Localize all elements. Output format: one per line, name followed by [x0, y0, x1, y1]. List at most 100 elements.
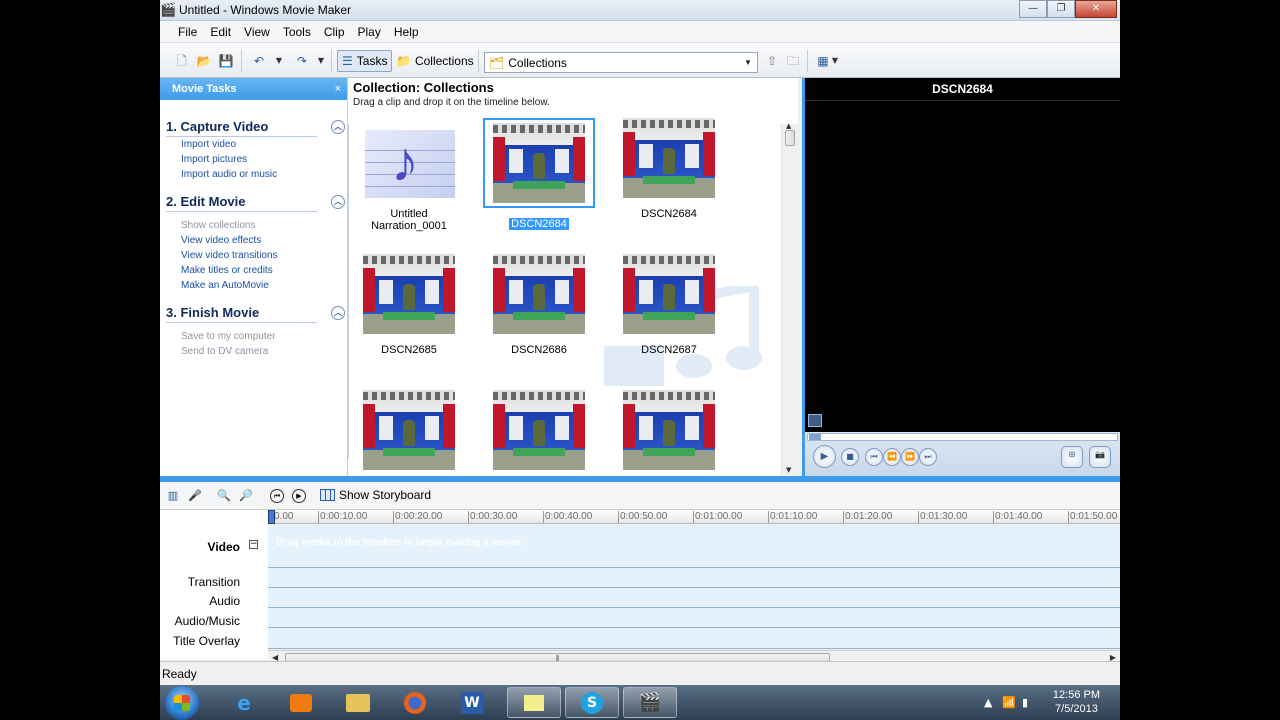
internet-explorer-icon[interactable]: e: [217, 687, 271, 718]
view-video-transitions-link[interactable]: View video transitions: [181, 248, 347, 263]
collection-title: Collection: Collections: [353, 80, 494, 95]
zoom-in-icon[interactable]: 🔍: [217, 489, 231, 503]
import-video-link[interactable]: Import video: [181, 137, 347, 152]
set-audio-levels-icon[interactable]: ▥: [166, 489, 180, 503]
show-storyboard-button[interactable]: Show Storyboard: [320, 488, 431, 502]
make-automovie-link[interactable]: Make an AutoMovie: [181, 278, 347, 293]
collection-clip[interactable]: DSCN2684: [613, 118, 725, 220]
collapse-chevron-icon[interactable]: ︿: [331, 306, 345, 320]
views-icon[interactable]: ▦: [814, 52, 832, 70]
menu-play[interactable]: Play: [353, 25, 389, 39]
make-titles-link[interactable]: Make titles or credits: [181, 263, 347, 278]
take-picture-icon[interactable]: 📷: [1089, 446, 1111, 468]
narrate-timeline-icon[interactable]: 🎤: [188, 489, 202, 503]
collection-clip[interactable]: DSCN2686: [483, 254, 595, 356]
audio-track[interactable]: [268, 588, 1120, 608]
menu-clip[interactable]: Clip: [319, 25, 353, 39]
open-project-icon[interactable]: 📂: [195, 52, 213, 70]
collections-button[interactable]: 📁 Collections: [392, 50, 478, 72]
capture-video-title[interactable]: 1. Capture Video ︿: [166, 117, 345, 137]
finish-movie-title[interactable]: 3. Finish Movie ︿: [166, 303, 345, 323]
show-hidden-icons-icon[interactable]: ▲: [984, 696, 992, 709]
stop-icon[interactable]: ■: [841, 448, 859, 466]
movie-maker-taskbar-icon[interactable]: 🎬: [623, 687, 677, 718]
collection-pane: Collection: Collections Drag a clip and …: [348, 78, 798, 476]
title-overlay-track[interactable]: [268, 628, 1120, 649]
toolbar: 🗋 📂 💾 ↶ ▼ ↷ ▼ ☰ Tasks 📁 Collections 🗂 Co…: [160, 43, 1120, 78]
collection-scrollbar[interactable]: ▲ ▼: [781, 122, 798, 476]
file-explorer-icon[interactable]: [331, 687, 385, 718]
transition-track[interactable]: [268, 568, 1120, 588]
timeline-ruler[interactable]: 0.00 0:00:10.00 0:00:20.00 0:00:30.00 0:…: [268, 510, 1120, 524]
sticky-notes-icon[interactable]: [507, 687, 561, 718]
media-player-icon[interactable]: [274, 687, 328, 718]
split-preview-icon[interactable]: [808, 414, 822, 427]
seek-thumb[interactable]: [809, 434, 821, 440]
close-button[interactable]: ✕: [1075, 0, 1117, 18]
play-timeline-icon[interactable]: ▶: [292, 489, 306, 503]
zoom-out-icon[interactable]: 🔎: [239, 489, 253, 503]
network-icon[interactable]: 📶: [1002, 696, 1016, 709]
new-project-icon[interactable]: 🗋: [173, 52, 191, 70]
clock[interactable]: 12:56 PM 7/5/2013: [1053, 688, 1100, 716]
collapse-chevron-icon[interactable]: ︿: [331, 195, 345, 209]
rewind-icon[interactable]: ⏪: [883, 448, 901, 466]
minimize-button[interactable]: —: [1019, 0, 1047, 18]
undo-dropdown-icon[interactable]: ▼: [275, 52, 283, 70]
start-button[interactable]: [165, 686, 199, 720]
timeline-tracks[interactable]: Drag media to the timeline to begin maki…: [268, 525, 1120, 649]
play-icon[interactable]: ▶: [813, 445, 836, 468]
collection-clip[interactable]: DSCN2687: [613, 254, 725, 356]
tasks-button[interactable]: ☰ Tasks: [337, 50, 393, 72]
collection-clip[interactable]: [483, 390, 595, 476]
taskbar: e W S 🎬 ▲ 📶 ▮ 12:56 PM 7/5/2013: [160, 685, 1120, 720]
new-collection-folder-icon[interactable]: 🗀: [784, 52, 802, 70]
import-pictures-link[interactable]: Import pictures: [181, 152, 347, 167]
maximize-button[interactable]: ❐: [1047, 0, 1075, 18]
rewind-timeline-icon[interactable]: ⏮: [270, 489, 284, 503]
collections-combo[interactable]: 🗂 Collections ▼: [484, 52, 758, 73]
audio-music-track[interactable]: [268, 608, 1120, 628]
menu-file[interactable]: File: [173, 25, 205, 39]
collection-clip[interactable]: DSCN2684: [483, 118, 595, 230]
save-project-icon[interactable]: 💾: [217, 52, 235, 70]
menu-edit[interactable]: Edit: [205, 25, 239, 39]
view-video-effects-link[interactable]: View video effects: [181, 233, 347, 248]
playhead[interactable]: [268, 510, 275, 524]
menu-tools[interactable]: Tools: [278, 25, 319, 39]
views-dropdown-icon[interactable]: ▼: [831, 52, 839, 70]
scroll-down-icon[interactable]: ▼: [786, 466, 791, 474]
up-one-level-icon[interactable]: ⇧: [763, 52, 781, 70]
redo-icon[interactable]: ↷: [293, 52, 311, 70]
collection-clip[interactable]: ♪ Untitled Narration_0001: [353, 118, 465, 232]
menu-view[interactable]: View: [239, 25, 278, 39]
track-labels: Video − Transition Audio Audio/Music Tit…: [160, 510, 268, 660]
seek-bar[interactable]: [807, 433, 1118, 441]
collection-clip[interactable]: [613, 390, 725, 476]
firefox-icon[interactable]: [388, 687, 442, 718]
battery-icon[interactable]: ▮: [1022, 696, 1028, 709]
scroll-thumb[interactable]: [785, 130, 795, 146]
edit-movie-title[interactable]: 2. Edit Movie ︿: [166, 192, 345, 212]
redo-dropdown-icon[interactable]: ▼: [317, 52, 325, 70]
import-audio-link[interactable]: Import audio or music: [181, 167, 347, 182]
ruler-tick: 0:01:30.00: [917, 511, 968, 523]
scroll-up-icon[interactable]: ▲: [786, 122, 791, 130]
collection-clip[interactable]: [353, 390, 465, 476]
skype-icon[interactable]: S: [565, 687, 619, 718]
video-thumbnail: [623, 390, 715, 470]
word-icon[interactable]: W: [445, 687, 499, 718]
menu-help[interactable]: Help: [389, 25, 427, 39]
close-icon[interactable]: ×: [335, 78, 341, 100]
fast-forward-icon[interactable]: ⏩: [901, 448, 919, 466]
collection-clip[interactable]: DSCN2685: [353, 254, 465, 356]
undo-icon[interactable]: ↶: [250, 52, 268, 70]
movie-maker-app-icon[interactable]: 🎬: [160, 3, 176, 18]
expand-video-icon[interactable]: −: [249, 540, 258, 549]
split-clip-icon[interactable]: ⊞: [1061, 446, 1083, 468]
next-frame-icon[interactable]: ⏭: [919, 448, 937, 466]
collapse-chevron-icon[interactable]: ︿: [331, 120, 345, 134]
chevron-down-icon[interactable]: ▼: [741, 53, 755, 72]
video-track[interactable]: Drag media to the timeline to begin maki…: [268, 525, 1120, 568]
previous-frame-icon[interactable]: ⏮: [865, 448, 883, 466]
